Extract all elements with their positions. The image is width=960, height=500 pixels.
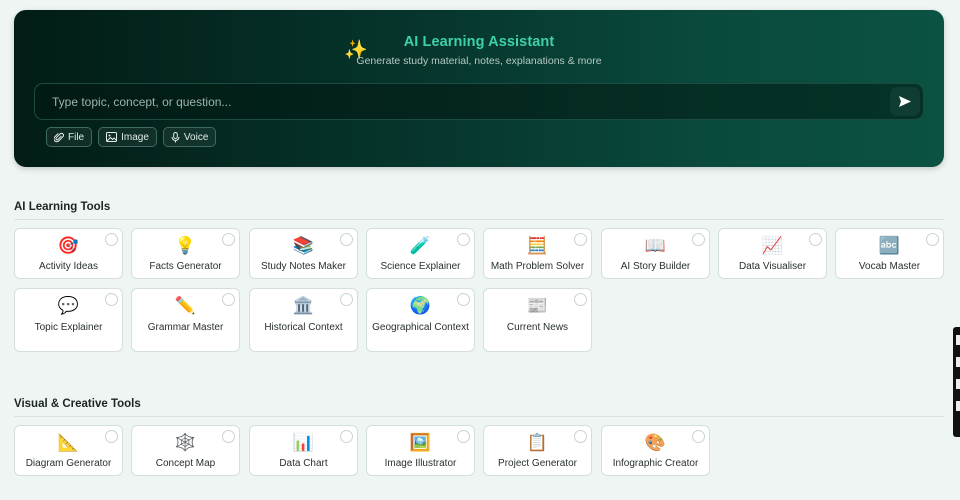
paperclip-icon (54, 132, 64, 142)
tool-card-concept-map[interactable]: 🕸️ Concept Map (131, 425, 240, 476)
tool-emoji-icon: 🎨 (644, 433, 667, 452)
tool-emoji-icon: 📖 (644, 236, 667, 255)
image-icon (106, 132, 118, 142)
tool-emoji-icon: 🕸️ (174, 433, 197, 452)
tool-label: Grammar Master (147, 322, 224, 333)
tool-card-topic-explainer[interactable]: 💬 Topic Explainer (14, 288, 123, 352)
prompt-input[interactable] (52, 93, 872, 111)
tool-emoji-icon: 🏛️ (292, 296, 315, 315)
tool-label: Diagram Generator (25, 458, 112, 469)
tool-label: Current News (506, 322, 569, 333)
image-chip-label: Image (121, 131, 149, 143)
tool-card-science-explainer[interactable]: 🧪 Science Explainer (366, 228, 475, 279)
tool-emoji-icon: 🧪 (409, 236, 432, 255)
section-divider (14, 416, 944, 417)
tool-label: Science Explainer (380, 261, 461, 272)
tool-emoji-icon: 🎯 (57, 236, 80, 255)
hero-title: AI Learning Assistant (403, 34, 555, 50)
tool-card-vocab-master[interactable]: 🔤 Vocab Master (835, 228, 944, 279)
attach-voice-button[interactable]: Voice (162, 127, 217, 147)
tool-emoji-icon: 📊 (292, 433, 315, 452)
tool-card-data-chart[interactable]: 📊 Data Chart (249, 425, 358, 476)
attach-image-button[interactable]: Image (98, 127, 157, 147)
tool-label: Math Problem Solver (490, 261, 585, 272)
assistant-hero-panel: ✨ AI Learning Assistant Generate study m… (14, 10, 944, 167)
tool-label: Facts Generator (149, 261, 222, 272)
prompt-box (34, 83, 924, 120)
tool-label: Image Illustrator (384, 458, 457, 469)
tool-card-activity-ideas[interactable]: 🎯 Activity Ideas (14, 228, 123, 279)
tool-label: Topic Explainer (34, 322, 103, 333)
tool-emoji-icon: ✏️ (174, 296, 197, 315)
tool-label: Data Visualiser (738, 261, 807, 272)
tool-label: AI Story Builder (620, 261, 691, 272)
tool-label: Concept Map (155, 458, 216, 469)
tool-label: Historical Context (264, 322, 343, 333)
tool-emoji-icon: 📰 (526, 296, 549, 315)
tool-emoji-icon: 📚 (292, 236, 315, 255)
tool-emoji-icon: 💬 (57, 296, 80, 315)
attachment-chips: File Image Voice (46, 127, 217, 147)
tool-label: Vocab Master (858, 261, 921, 272)
section-divider (14, 219, 944, 220)
tool-card-project-generator[interactable]: 📋 Project Generator (483, 425, 592, 476)
section-title-visual-tools: Visual & Creative Tools (14, 398, 141, 410)
tool-card-grammar-master[interactable]: ✏️ Grammar Master (131, 288, 240, 352)
tool-label: Study Notes Maker (260, 261, 347, 272)
tool-emoji-icon: 💡 (174, 236, 197, 255)
side-feedback-tab[interactable] (953, 327, 960, 437)
tool-label: Activity Ideas (39, 261, 98, 272)
tool-label: Data Chart (279, 458, 328, 469)
tool-label: Infographic Creator (612, 458, 699, 469)
send-icon (899, 96, 911, 107)
tool-emoji-icon: 🌍 (409, 296, 432, 315)
tool-card-data-visualiser[interactable]: 📈 Data Visualiser (718, 228, 827, 279)
section-title-learning-tools: AI Learning Tools (14, 201, 111, 213)
tool-emoji-icon: 📈 (761, 236, 784, 255)
tool-label: Geographical Context (372, 322, 469, 333)
tool-card-facts-generator[interactable]: 💡 Facts Generator (131, 228, 240, 279)
tool-card-diagram-generator[interactable]: 📐 Diagram Generator (14, 425, 123, 476)
tool-label: Project Generator (498, 458, 577, 469)
tool-card-math-problem-solver[interactable]: 🧮 Math Problem Solver (483, 228, 592, 279)
tool-card-image-illustrator[interactable]: 🖼️ Image Illustrator (366, 425, 475, 476)
tool-card-current-news[interactable]: 📰 Current News (483, 288, 592, 352)
hero-subtitle: Generate study material, notes, explanat… (356, 55, 602, 67)
tool-card-historical-context[interactable]: 🏛️ Historical Context (249, 288, 358, 352)
microphone-icon (171, 131, 180, 142)
tool-card-ai-story-builder[interactable]: 📖 AI Story Builder (601, 228, 710, 279)
tool-card-infographic-creator[interactable]: 🎨 Infographic Creator (601, 425, 710, 476)
voice-chip-label: Voice (183, 131, 209, 143)
tool-emoji-icon: 📋 (526, 433, 549, 452)
file-chip-label: File (68, 131, 85, 143)
tool-card-study-notes-maker[interactable]: 📚 Study Notes Maker (249, 228, 358, 279)
send-button[interactable] (890, 87, 920, 116)
tool-emoji-icon: 🔤 (878, 236, 901, 255)
attach-file-button[interactable]: File (46, 127, 93, 147)
tool-emoji-icon: 📐 (57, 433, 80, 452)
tool-emoji-icon: 🧮 (526, 236, 549, 255)
tool-card-geographical-context[interactable]: 🌍 Geographical Context (366, 288, 475, 352)
tool-emoji-icon: 🖼️ (409, 433, 432, 452)
